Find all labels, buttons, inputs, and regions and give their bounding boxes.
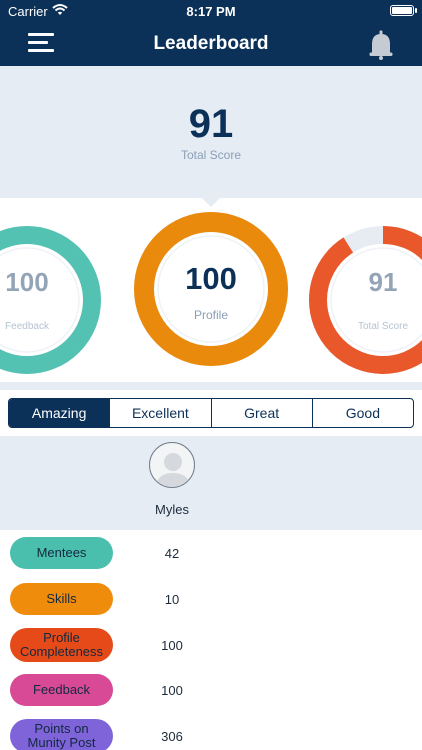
stat-label-profile-completeness: Profile Completeness bbox=[10, 628, 113, 662]
total-score-ring-value: 91 bbox=[368, 267, 398, 297]
stat-label-munity-points: Points on Munity Post bbox=[10, 719, 113, 750]
tab-good[interactable]: Good bbox=[311, 399, 413, 427]
rating-tabs: Amazing Excellent Great Good bbox=[8, 398, 414, 428]
feedback-ring-value: 100 bbox=[5, 267, 49, 297]
total-score-panel: 91 Total Score bbox=[0, 66, 422, 198]
stat-value-mentees: 42 bbox=[164, 546, 180, 561]
tab-great[interactable]: Great bbox=[210, 399, 312, 427]
ring-left-progress-arc bbox=[0, 226, 101, 374]
stat-value-profile-completeness: 100 bbox=[161, 638, 183, 653]
battery-icon bbox=[390, 5, 417, 16]
stat-value-feedback: 100 bbox=[161, 683, 183, 698]
ring-right-progress-arc bbox=[309, 226, 422, 374]
carousel-divider bbox=[0, 382, 422, 390]
stat-label-mentees: Mentees bbox=[10, 537, 113, 569]
status-bar: Carrier 8:17 PM bbox=[0, 0, 422, 22]
nav-bar: Leaderboard bbox=[0, 22, 422, 66]
stat-label-skills: Skills bbox=[10, 583, 113, 615]
total-score-ring[interactable]: 91 Total Score bbox=[308, 225, 422, 375]
status-time: 8:17 PM bbox=[186, 4, 236, 19]
total-score-ring-label: Total Score bbox=[357, 321, 409, 332]
hamburger-menu-icon[interactable] bbox=[28, 33, 54, 53]
profile-ring-label: Profile bbox=[193, 308, 228, 322]
tab-amazing[interactable]: Amazing bbox=[9, 399, 110, 427]
stat-label-feedback: Feedback bbox=[10, 674, 113, 706]
score-ring-carousel[interactable]: 100 Feedback 100 Profile 91 Total Score bbox=[0, 198, 422, 382]
feedback-ring-label: Feedback bbox=[5, 321, 49, 332]
feedback-ring[interactable]: 100 Feedback bbox=[0, 225, 102, 375]
total-score-value: 91 bbox=[188, 102, 234, 146]
user-avatar-icon[interactable] bbox=[149, 442, 195, 488]
profile-ring[interactable]: 100 Profile bbox=[133, 211, 289, 367]
pointer-arrow bbox=[201, 197, 221, 207]
tab-excellent[interactable]: Excellent bbox=[109, 399, 210, 427]
stat-value-munity-points: 306 bbox=[161, 729, 183, 744]
bell-icon[interactable] bbox=[368, 30, 394, 60]
stat-value-skills: 10 bbox=[164, 592, 180, 607]
user-name: Myles bbox=[155, 502, 189, 517]
page-title: Leaderboard bbox=[153, 33, 269, 54]
profile-ring-value: 100 bbox=[185, 261, 237, 296]
total-score-label: Total Score bbox=[180, 148, 242, 162]
